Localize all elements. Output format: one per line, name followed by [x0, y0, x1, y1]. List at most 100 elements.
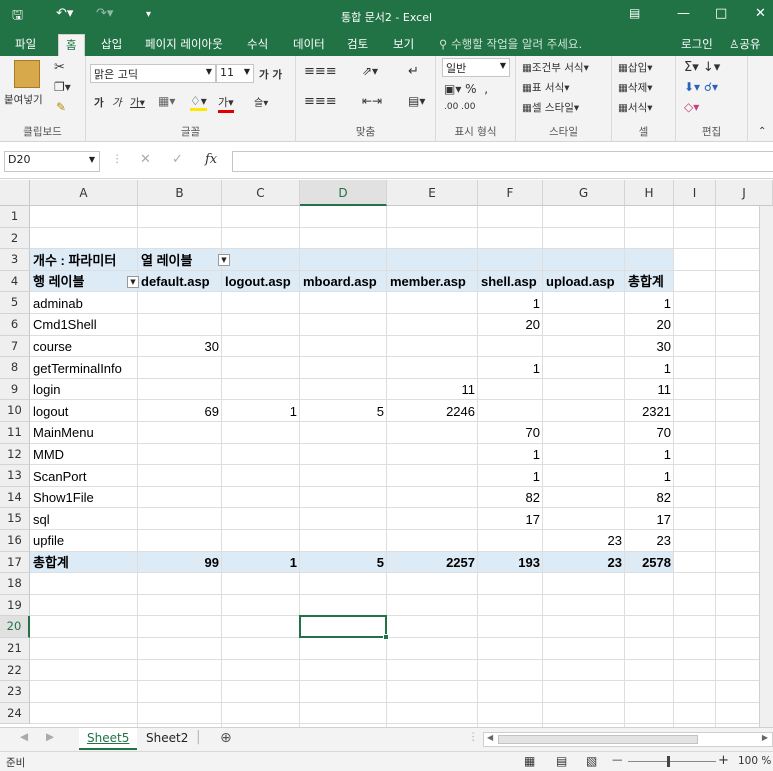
row-header-4[interactable]: 4	[0, 270, 30, 293]
conditional-format-button[interactable]: ▦조건부 서식▾	[522, 60, 589, 75]
row-header-24[interactable]: 24	[0, 702, 30, 725]
pivot-row-label[interactable]: MMD	[30, 444, 138, 465]
merge-center-icon[interactable]: ▤▾	[408, 94, 425, 108]
row-header-7[interactable]: 7	[0, 335, 30, 358]
add-sheet-icon[interactable]: ⊕	[220, 730, 232, 746]
scrollbar-right-arrow[interactable]: ▶	[762, 733, 768, 742]
pivot-row-label[interactable]: ScanPort	[30, 466, 138, 487]
pivot-value-cell[interactable]: 1	[478, 466, 543, 487]
pivot-value-cell[interactable]: 1	[625, 358, 674, 379]
pivot-value-cell[interactable]: 20	[478, 314, 543, 335]
pivot-row-label[interactable]: Cmd1Shell	[30, 314, 138, 335]
zoom-in-icon[interactable]: +	[718, 753, 729, 768]
pivot-value-cell[interactable]: 2321	[625, 401, 674, 422]
row-header-14[interactable]: 14	[0, 486, 30, 509]
pivot-header-cell[interactable]: upload.asp	[543, 271, 625, 292]
currency-icon[interactable]: ▣▾ % ,	[444, 82, 488, 96]
pivot-value-cell[interactable]: 82	[478, 487, 543, 508]
column-header-i[interactable]: I	[674, 180, 716, 206]
pivot-row-label[interactable]: getTerminalInfo	[30, 358, 138, 379]
pivot-value-cell[interactable]: 82	[625, 487, 674, 508]
cut-icon[interactable]: ✂	[54, 60, 65, 75]
scrollbar-thumb[interactable]	[498, 735, 698, 744]
column-filter-dropdown-icon[interactable]: ▼	[218, 254, 230, 267]
minimize-button[interactable]: —	[677, 6, 690, 21]
format-cells-button[interactable]: ▦서식▾	[618, 100, 653, 115]
pivot-header-cell[interactable]: shell.asp	[478, 271, 543, 292]
pivot-row-label[interactable]: course	[30, 336, 138, 357]
column-header-f[interactable]: F	[478, 180, 543, 206]
pivot-value-cell[interactable]: 17	[625, 509, 674, 530]
pivot-value-cell[interactable]: 1	[625, 466, 674, 487]
column-header-g[interactable]: G	[543, 180, 625, 206]
close-button[interactable]: ✕	[755, 6, 766, 21]
horizontal-scrollbar[interactable]: ◀ ▶	[483, 732, 773, 747]
column-header-c[interactable]: C	[222, 180, 300, 206]
row-header-22[interactable]: 22	[0, 659, 30, 682]
column-header-h[interactable]: H	[625, 180, 674, 206]
delete-cells-button[interactable]: ▦삭제▾	[618, 80, 653, 95]
top-align-icon[interactable]: ≡≡≡	[304, 64, 337, 79]
tab-review[interactable]: 검토	[340, 36, 375, 56]
row-header-8[interactable]: 8	[0, 357, 30, 379]
font-name-select[interactable]: 맑은 고딕 ▼	[90, 64, 216, 83]
format-painter-icon[interactable]: ✎	[56, 100, 66, 114]
orientation-icon[interactable]: ⇗▾	[362, 64, 378, 78]
pivot-header-cell[interactable]: logout.asp	[222, 271, 300, 292]
pivot-column-labels[interactable]: 열 레이블	[138, 250, 258, 271]
tab-view[interactable]: 보기	[386, 36, 421, 56]
zoom-slider-thumb[interactable]	[667, 756, 670, 767]
pivot-value-cell[interactable]: 5	[300, 401, 387, 422]
formula-bar-drag-handle[interactable]: ⋮	[112, 153, 123, 165]
split-handle[interactable]: ⋮	[468, 731, 479, 743]
row-header-21[interactable]: 21	[0, 638, 30, 660]
pivot-header-cell[interactable]: mboard.asp	[300, 271, 387, 292]
fill-handle[interactable]	[383, 634, 389, 640]
page-layout-view-icon[interactable]: ▤	[556, 754, 567, 768]
row-header-12[interactable]: 12	[0, 443, 30, 466]
clear-icon[interactable]: ◇▾	[684, 100, 699, 114]
row-header-17[interactable]: 17	[0, 551, 30, 574]
row-header-11[interactable]: 11	[0, 422, 30, 444]
cancel-icon[interactable]: ✕	[140, 152, 151, 167]
pivot-row-label[interactable]: MainMenu	[30, 422, 138, 443]
vertical-scrollbar[interactable]	[759, 206, 773, 727]
pivot-grand-total-label[interactable]: 총합계	[30, 552, 138, 573]
number-format-select[interactable]: 일반 ▼	[442, 58, 510, 77]
pivot-value-cell[interactable]: 1	[625, 444, 674, 465]
row-header-13[interactable]: 13	[0, 465, 30, 487]
row-header-2[interactable]: 2	[0, 227, 30, 250]
share-button[interactable]: ♙공유	[722, 36, 767, 56]
column-header-b[interactable]: B	[138, 180, 222, 206]
insert-function-icon[interactable]: fx	[205, 152, 217, 167]
increase-font-icon[interactable]: 가 가	[259, 67, 282, 82]
row-header-3[interactable]: 3	[0, 249, 30, 271]
pivot-value-cell[interactable]: 1	[625, 293, 674, 314]
pivot-value-cell[interactable]: 23	[625, 530, 674, 551]
pivot-row-label[interactable]: adminab	[30, 293, 138, 314]
pivot-grand-total-cell[interactable]: 2578	[625, 552, 674, 573]
row-header-20[interactable]: 20	[0, 616, 30, 638]
pivot-value-cell[interactable]: 1	[222, 401, 300, 422]
login-link[interactable]: 로그인	[674, 36, 720, 56]
row-header-15[interactable]: 15	[0, 508, 30, 530]
sheet-tab-sheet5[interactable]: Sheet5	[79, 728, 138, 750]
select-all-corner[interactable]	[0, 180, 30, 206]
row-header-6[interactable]: 6	[0, 314, 30, 336]
scrollbar-left-arrow[interactable]: ◀	[487, 733, 493, 742]
active-cell[interactable]	[299, 615, 387, 638]
wrap-text-icon[interactable]: ↵	[408, 64, 419, 79]
pivot-grand-total-cell[interactable]: 1	[222, 552, 300, 573]
pivot-value-cell[interactable]: 1	[478, 293, 543, 314]
pivot-count-label[interactable]: 개수 : 파라미터	[30, 250, 138, 271]
tab-page-layout[interactable]: 페이지 레이아웃	[138, 36, 230, 56]
pivot-grand-total-cell[interactable]: 2257	[387, 552, 478, 573]
pivot-row-label[interactable]: upfile	[30, 530, 138, 551]
pivot-value-cell[interactable]: 70	[478, 422, 543, 443]
pivot-row-label[interactable]: Show1File	[30, 487, 138, 508]
pivot-grand-total-cell[interactable]: 23	[543, 552, 625, 573]
column-header-a[interactable]: A	[30, 180, 138, 206]
column-header-d[interactable]: D	[300, 180, 387, 206]
tab-home[interactable]: 홈	[58, 34, 85, 56]
name-box[interactable]: D20 ▼	[4, 151, 100, 172]
